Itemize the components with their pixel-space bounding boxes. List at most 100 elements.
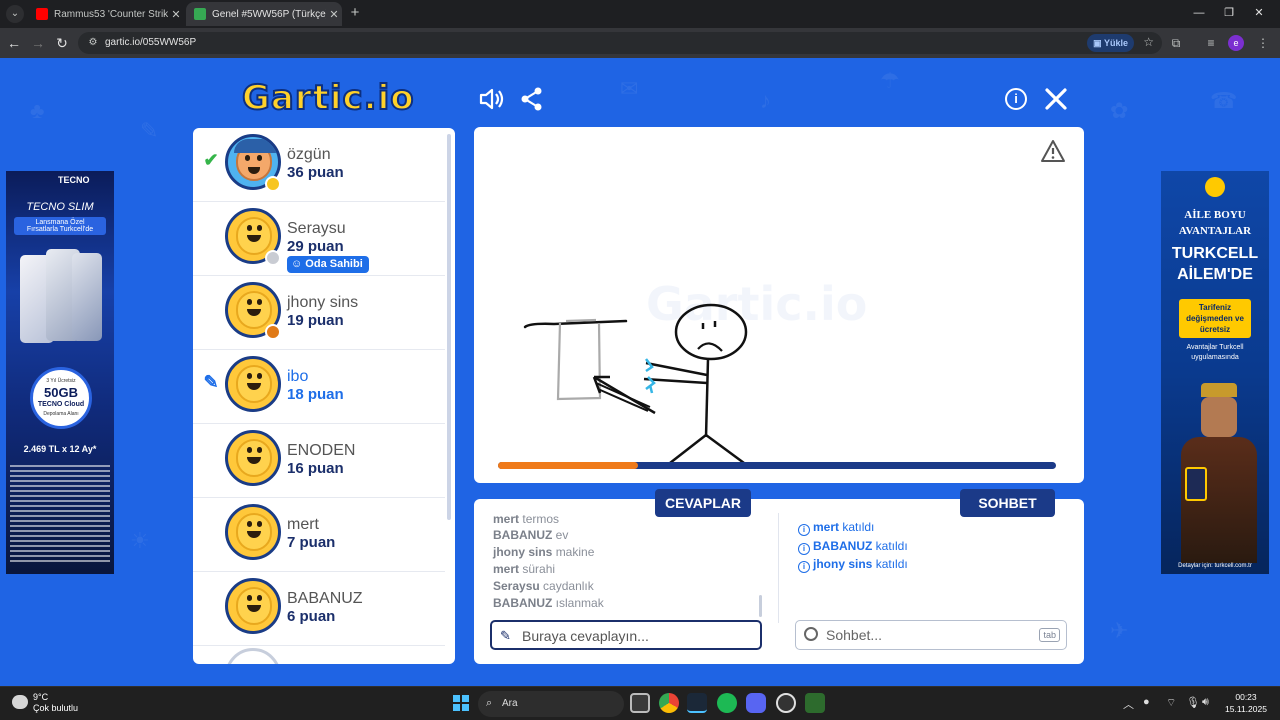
player-name: mert: [287, 516, 319, 533]
chat-text: katıldı: [842, 520, 875, 534]
ad-footer: Detaylar için: turkcell.com.tr: [1178, 563, 1252, 569]
close-tab-icon[interactable]: ✕: [326, 8, 342, 21]
turkcell-logo-icon: [1205, 177, 1225, 197]
extensions-icon[interactable]: ⧉: [1167, 34, 1185, 52]
answer-user: jhony sins: [493, 545, 553, 559]
ad-brand: TECNO: [58, 175, 90, 185]
windows-start-icon[interactable]: [453, 695, 469, 711]
tab-search-icon[interactable]: ⌄: [6, 5, 24, 23]
avatar: [225, 430, 281, 486]
tab-key-hint: tab: [1039, 628, 1060, 642]
back-icon[interactable]: ←: [4, 33, 24, 53]
forward-icon[interactable]: →: [28, 33, 48, 53]
close-icon[interactable]: [1043, 86, 1069, 112]
opera-icon[interactable]: [776, 693, 796, 713]
taskbar-search[interactable]: ⌕ Ara: [478, 691, 624, 717]
upload-button[interactable]: ▣ Yükle: [1087, 34, 1134, 52]
media-control-icon[interactable]: ≡: [1202, 34, 1220, 52]
list-item: mert termos: [493, 514, 763, 527]
discord-icon[interactable]: [746, 693, 766, 713]
taskbar-clock[interactable]: 00:23 15.11.2025: [1222, 691, 1270, 715]
volume-icon[interactable]: 🔊︎: [1202, 696, 1209, 709]
answer-text: ev: [555, 528, 569, 542]
answer-input[interactable]: [522, 626, 742, 646]
player-row[interactable]: ENODEN 16 puan: [193, 424, 445, 498]
spotify-icon[interactable]: [717, 693, 737, 713]
address-bar[interactable]: ⚙ gartic.io/055WW56P ▣ Yükle ☆: [78, 32, 1162, 54]
player-list: ✔ özgün 36 puan Seraysu 29 puan ☺ Oda Sa…: [193, 128, 455, 664]
right-advertisement[interactable]: AİLE BOYU AVANTAJLAR TURKCELL AİLEM'DE T…: [1161, 171, 1269, 574]
new-tab-button[interactable]: +: [346, 4, 364, 22]
player-row[interactable]: mert 7 puan: [193, 498, 445, 572]
ad-storage-sub: Depolama Alanı: [43, 411, 79, 417]
ad-line3: TURKCELL: [1171, 245, 1259, 262]
share-icon[interactable]: [519, 86, 545, 112]
url-text[interactable]: gartic.io/055WW56P: [105, 36, 196, 50]
bookmark-star-icon[interactable]: ☆: [1143, 35, 1154, 49]
player-list-scrollbar[interactable]: [447, 134, 451, 520]
answer-user: Seraysu: [493, 579, 540, 593]
cloud-icon: [12, 695, 28, 709]
ad-storage: 50GB: [44, 385, 78, 400]
browser-tab-youtube[interactable]: Rammus53 'Counter Strike 2' Ö ✕: [28, 2, 184, 26]
profile-avatar[interactable]: e: [1228, 35, 1244, 51]
tray-app-icon[interactable]: ●: [1143, 696, 1150, 708]
player-row[interactable]: BABANUZ 6 puan: [193, 572, 445, 646]
player-row[interactable]: ✔ özgün 36 puan: [193, 128, 445, 202]
player-row[interactable]: jhony sins 19 puan: [193, 276, 445, 350]
game-app-icon[interactable]: [805, 693, 825, 713]
browser-menu-icon[interactable]: ⋮: [1254, 34, 1272, 52]
taskbar: 9°C Çok bulutlu ⌕ Ara ︿ ● ⌔ 🎙︎ 🔊︎ 00:23 …: [0, 686, 1280, 720]
answer-user: mert: [493, 562, 520, 576]
ad-months: 3 Yıl Ücretsiz: [46, 378, 76, 384]
avatar: [225, 356, 281, 412]
player-name: özgün: [287, 146, 331, 163]
list-item: BABANUZ ıslanmak: [493, 595, 763, 612]
info-icon: i: [798, 542, 810, 555]
browser-toolbar: ← → ↻ ⚙ gartic.io/055WW56P ▣ Yükle ☆ ⧉ ≡…: [0, 28, 1280, 58]
info-icon[interactable]: i: [1005, 88, 1027, 110]
gartic-favicon-icon: [194, 8, 206, 20]
drawing-canvas[interactable]: Gartic.io: [474, 127, 1084, 483]
upload-label: Yükle: [1103, 38, 1128, 48]
chat-user: jhony sins: [813, 557, 873, 571]
tray-chevron-icon[interactable]: ︿: [1123, 696, 1134, 712]
background-doodle: ✿: [1110, 98, 1129, 123]
player-row[interactable]: ✎ ibo 18 puan: [193, 350, 445, 424]
player-score: 6 puan: [287, 608, 336, 625]
chat-input[interactable]: [826, 625, 1046, 645]
network-icon[interactable]: ⌔: [1166, 696, 1176, 710]
tab-chat[interactable]: SOHBET: [960, 489, 1055, 517]
drawing-strokes: [523, 303, 748, 465]
reload-icon[interactable]: ↻: [52, 33, 72, 53]
player-row[interactable]: Seraysu 29 puan ☺ Oda Sahibi: [193, 202, 445, 276]
answer-list-scrollbar[interactable]: [759, 595, 762, 617]
sound-icon[interactable]: [478, 86, 504, 112]
close-tab-icon[interactable]: ✕: [168, 8, 184, 21]
chat-field-wrapper: tab: [795, 620, 1067, 650]
maximize-icon[interactable]: ❐: [1214, 4, 1244, 22]
microphone-icon[interactable]: 🎙︎: [1186, 696, 1200, 709]
ad-subtitle: Lansmana Özel Fırsatlarla Turkcell'de: [14, 217, 106, 235]
chrome-icon[interactable]: [659, 693, 679, 713]
youtube-icon: [36, 8, 48, 20]
file-explorer-icon[interactable]: [630, 693, 650, 713]
answer-list: mert termos BABANUZ ev jhony sins makine…: [493, 514, 763, 612]
search-icon: ⌕: [486, 697, 493, 709]
minimize-icon[interactable]: —: [1184, 4, 1214, 22]
avatar-partial: [225, 648, 281, 664]
left-advertisement[interactable]: TECNO TECNO SLIM Lansmana Özel Fırsatlar…: [6, 171, 114, 574]
ad-person-image: [1171, 383, 1263, 563]
clock-time: 00:23: [1235, 692, 1257, 702]
ad-model: TECNO SLIM: [26, 201, 94, 213]
tab-answers[interactable]: CEVAPLAR: [655, 489, 751, 517]
close-window-icon[interactable]: ✕: [1244, 4, 1274, 22]
player-score: 36 puan: [287, 164, 344, 181]
ad-storage-label: TECNO Cloud: [37, 401, 85, 408]
steam-icon[interactable]: [687, 693, 707, 713]
player-score: 18 puan: [287, 386, 344, 403]
avatar: [225, 504, 281, 560]
ad-line2: AVANTAJLAR: [1178, 225, 1252, 237]
browser-tab-gartic[interactable]: Genel #5WW56P (Türkçe) - Gartic ✕: [186, 2, 342, 26]
site-info-icon[interactable]: ⚙: [86, 36, 100, 50]
